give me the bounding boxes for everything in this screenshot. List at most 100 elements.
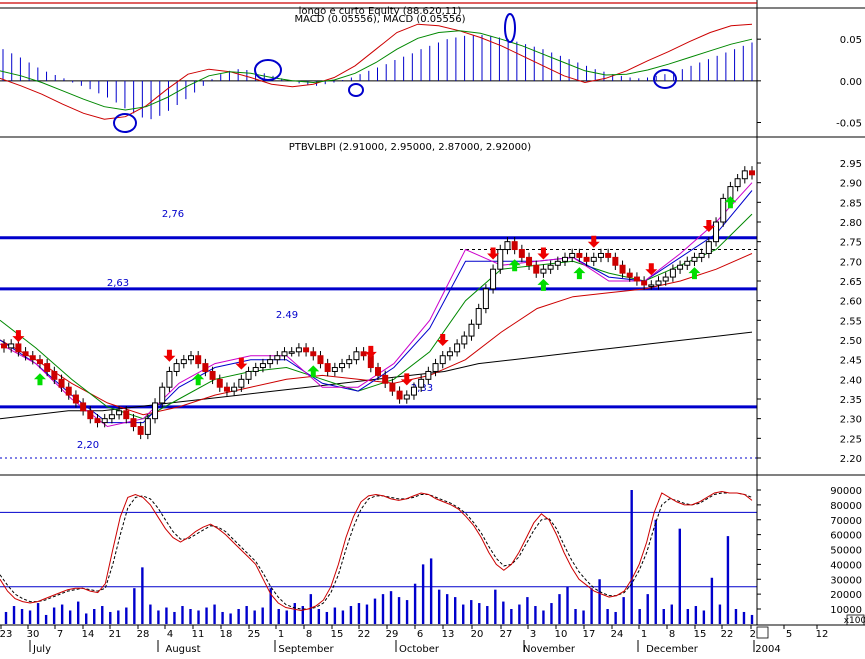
- candle-body: [547, 264, 554, 270]
- candle-body: [108, 414, 115, 420]
- month-label: September: [278, 644, 334, 655]
- x-tick-label: 13: [442, 629, 455, 640]
- x-tick-label: 29: [386, 629, 399, 640]
- volume-bar: [141, 567, 144, 624]
- candle-body: [58, 378, 65, 388]
- volume-bar: [125, 607, 128, 624]
- volume-bar: [237, 609, 240, 624]
- volume-bar: [590, 588, 593, 624]
- volume-bar: [333, 607, 337, 624]
- x-tick-label: 6: [417, 629, 423, 640]
- candle-body: [439, 355, 446, 365]
- y-tick-label: 50000: [830, 546, 862, 557]
- volume-bar: [261, 607, 264, 624]
- volume-bar: [357, 603, 361, 624]
- candle-body: [152, 402, 159, 420]
- y-tick-label: 2.20: [840, 454, 862, 465]
- y-tick-label: 90000: [830, 486, 862, 497]
- candle-body: [159, 386, 166, 404]
- candle-body: [403, 394, 410, 400]
- candle-body: [281, 351, 288, 357]
- volume-bar: [4, 611, 8, 624]
- candle-body: [137, 426, 144, 435]
- y-tick-label: 2.95: [840, 159, 862, 170]
- candle-body: [231, 386, 238, 392]
- month-label: 2004: [755, 644, 780, 655]
- candle-body: [238, 378, 245, 388]
- candle-body: [475, 308, 482, 325]
- x-tick-label: 7: [57, 629, 63, 640]
- volume-bar: [598, 579, 601, 624]
- volume-bar: [277, 609, 280, 624]
- candle-body: [526, 256, 533, 266]
- candle-body: [633, 276, 640, 282]
- volume-bar: [726, 536, 730, 624]
- x-tick-label: 5: [786, 629, 792, 640]
- chart-canvas: longo e curto Equity (88.620,11) MACD (0…: [0, 0, 865, 655]
- volume-bar: [638, 609, 641, 624]
- volume-bar: [317, 609, 321, 624]
- candle-body: [569, 252, 576, 258]
- x-tick-label: 22: [721, 629, 734, 640]
- volume-bar: [470, 600, 473, 624]
- price-annotation: 2.49: [276, 310, 298, 321]
- candle-body: [295, 347, 302, 353]
- candle-body: [562, 256, 568, 262]
- candle-body: [590, 256, 597, 262]
- x-tick-label: 18: [220, 629, 233, 640]
- y-tick-label: 70000: [830, 516, 862, 527]
- candle-body: [540, 268, 547, 274]
- volume-bar: [437, 589, 441, 624]
- volume-bar: [52, 607, 56, 624]
- y-tick-label: 2.85: [840, 198, 862, 209]
- candle-body: [51, 370, 58, 380]
- y-tick-label: 0.05: [840, 35, 862, 46]
- candle-body: [418, 378, 425, 388]
- y-tick-label: -0.05: [836, 119, 862, 130]
- candle-body: [346, 359, 353, 365]
- x-tick-label: 17: [583, 629, 596, 640]
- x-tick-label: 12: [816, 629, 829, 640]
- candle-body: [619, 264, 626, 274]
- x-tick-label: 10: [555, 629, 568, 640]
- candle-body: [432, 363, 439, 372]
- candle-body: [461, 335, 468, 345]
- volume-bar: [526, 597, 529, 624]
- y-tick-label: 2.25: [840, 434, 862, 445]
- candle-body: [612, 256, 619, 266]
- level-label: 2,63: [107, 278, 129, 289]
- candle-body: [425, 370, 432, 380]
- volume-bar: [68, 610, 72, 624]
- y-tick-label: 2.70: [840, 257, 862, 268]
- y-tick-label: 60000: [830, 531, 862, 542]
- volume-bar: [20, 609, 24, 624]
- volume-bar: [221, 611, 224, 624]
- volume-bar: [694, 606, 698, 624]
- candle-body: [396, 390, 403, 400]
- volume-bar: [76, 601, 80, 624]
- candle-body: [511, 241, 518, 251]
- candle-body: [641, 280, 648, 286]
- candle-body: [1, 343, 7, 349]
- x-tick-label: 1: [278, 629, 284, 640]
- volume-bar: [566, 586, 569, 624]
- volume-bar: [157, 610, 160, 624]
- x-tick-label: 14: [82, 629, 95, 640]
- volume-bar: [582, 610, 585, 624]
- candle-body: [101, 418, 108, 424]
- candle-body: [44, 363, 51, 372]
- volume-bar: [445, 594, 449, 624]
- volume-bar: [405, 600, 409, 624]
- volume-bar: [646, 594, 649, 624]
- candle-body: [188, 355, 194, 361]
- y-tick-label: 2.90: [840, 179, 862, 190]
- candle-body: [288, 351, 295, 354]
- candle-body: [173, 363, 180, 372]
- candle-body: [468, 323, 475, 337]
- candle-body: [626, 272, 633, 278]
- volume-bar: [502, 601, 505, 624]
- candle-body: [87, 410, 94, 420]
- y-tick-label: 80000: [830, 501, 862, 512]
- y-tick-label: 0.00: [840, 77, 862, 88]
- x-tick-label: 28: [137, 629, 150, 640]
